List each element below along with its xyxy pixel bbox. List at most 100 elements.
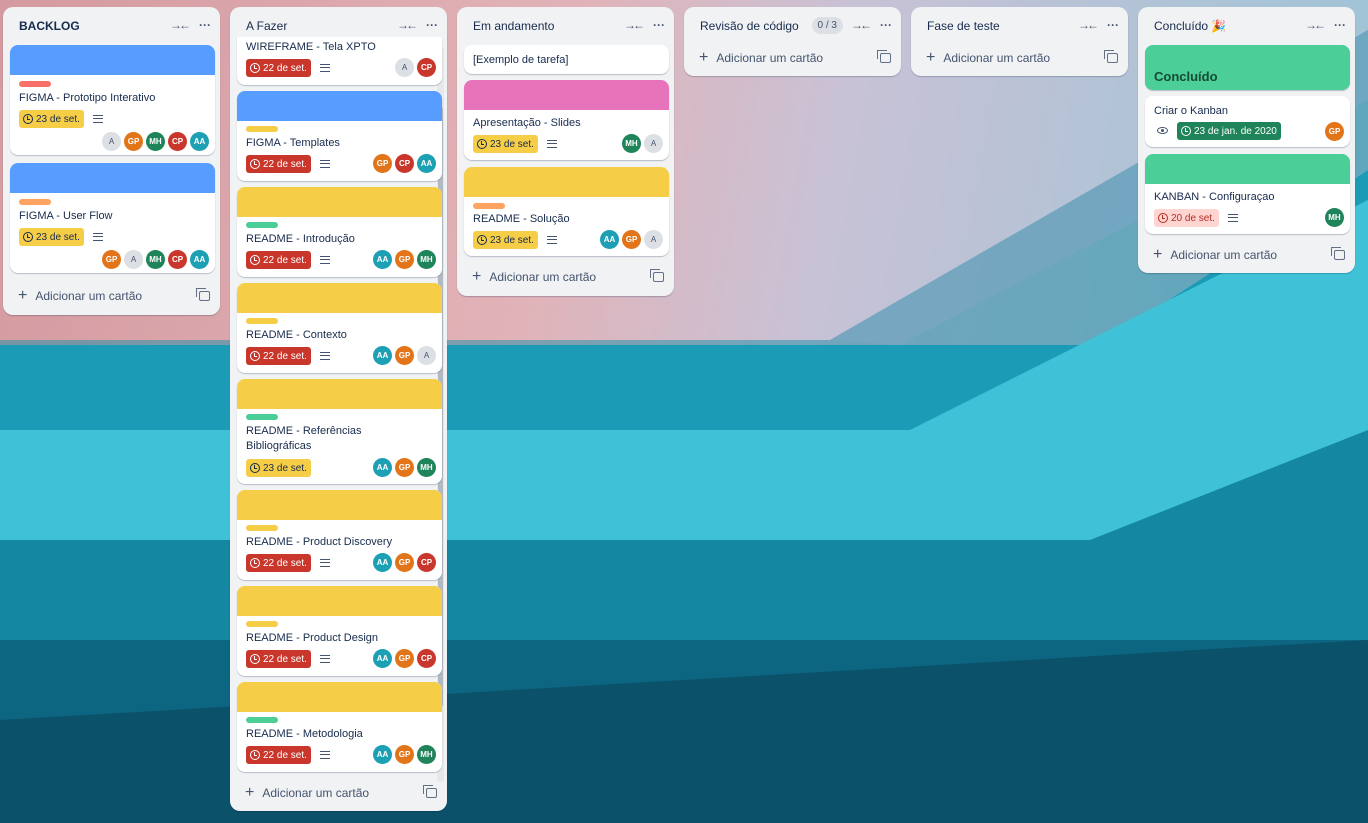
card[interactable]: FIGMA - User Flow 23 de set. GP A MH CP … — [10, 163, 215, 273]
avatar[interactable]: AA — [373, 745, 392, 764]
avatar[interactable]: GP — [395, 553, 414, 572]
add-card-button[interactable]: + Adicionar um cartão — [926, 50, 1050, 66]
add-card-button[interactable]: + Adicionar um cartão — [1153, 247, 1277, 263]
template-icon[interactable] — [196, 288, 210, 301]
add-card-button[interactable]: + Adicionar um cartão — [18, 288, 142, 304]
due-date-badge[interactable]: 23 de set. — [473, 231, 538, 249]
due-date-badge[interactable]: 23 de set. — [19, 110, 84, 128]
list-title[interactable]: Fase de teste — [927, 19, 1000, 33]
more-icon[interactable]: ··· — [1334, 18, 1346, 32]
avatar[interactable]: A — [124, 250, 143, 269]
avatar[interactable]: CP — [417, 58, 436, 77]
collapse-icon[interactable]: →← — [624, 18, 645, 32]
list-title[interactable]: A Fazer — [246, 19, 287, 33]
add-card-button[interactable]: + Adicionar um cartão — [699, 50, 823, 66]
list-title[interactable]: Revisão de código — [700, 19, 799, 33]
avatar[interactable]: A — [644, 134, 663, 153]
avatar[interactable]: GP — [124, 132, 143, 151]
avatar[interactable]: GP — [395, 346, 414, 365]
avatar[interactable]: GP — [395, 458, 414, 477]
due-date-badge[interactable]: 23 de jan. de 2020 — [1177, 122, 1281, 140]
due-date-badge[interactable]: 22 de set. — [246, 251, 311, 269]
card[interactable]: README - Solução 23 de set. AA GP A — [464, 167, 669, 256]
more-icon[interactable]: ··· — [653, 18, 665, 32]
more-icon[interactable]: ··· — [426, 18, 438, 32]
due-date-badge[interactable]: 23 de set. — [19, 228, 84, 246]
avatar[interactable]: AA — [190, 132, 209, 151]
avatar[interactable]: AA — [373, 250, 392, 269]
due-date-badge[interactable]: 23 de set. — [473, 135, 538, 153]
avatar[interactable]: MH — [622, 134, 641, 153]
more-icon[interactable]: ··· — [880, 18, 892, 32]
due-date-badge[interactable]: 22 de set. — [246, 650, 311, 668]
add-card-button[interactable]: + Adicionar um cartão — [245, 785, 369, 801]
avatar[interactable]: CP — [395, 154, 414, 173]
due-date-badge[interactable]: 22 de set. — [246, 746, 311, 764]
collapse-icon[interactable]: →← — [1305, 18, 1326, 32]
template-icon[interactable] — [877, 50, 891, 63]
avatar[interactable]: GP — [1325, 122, 1344, 141]
card[interactable]: WIREFRAME - Tela XPTO 22 de set. A CP — [237, 37, 442, 85]
avatar[interactable]: MH — [146, 250, 165, 269]
card[interactable]: FIGMA - Templates 22 de set. GP CP AA — [237, 91, 442, 181]
card[interactable]: FIGMA - Prototipo Interativo 23 de set. … — [10, 45, 215, 155]
more-icon[interactable]: ··· — [199, 18, 211, 32]
list-title[interactable]: BACKLOG — [19, 19, 80, 33]
due-date-badge[interactable]: 22 de set. — [246, 155, 311, 173]
template-icon[interactable] — [423, 785, 437, 798]
avatar[interactable]: AA — [190, 250, 209, 269]
collapse-icon[interactable]: →← — [170, 18, 191, 32]
avatar[interactable]: MH — [417, 458, 436, 477]
card[interactable]: README - Introdução 22 de set. AA GP MH — [237, 187, 442, 277]
due-date-badge[interactable]: 20 de set. — [1154, 209, 1219, 227]
template-icon[interactable] — [650, 269, 664, 282]
card[interactable]: README - Referências Bibliográficas 23 d… — [237, 379, 442, 484]
avatar[interactable]: CP — [168, 250, 187, 269]
avatar[interactable]: GP — [395, 649, 414, 668]
collapse-icon[interactable]: →← — [851, 18, 872, 32]
template-icon[interactable] — [1331, 247, 1345, 260]
avatar[interactable]: CP — [417, 553, 436, 572]
due-date-badge[interactable]: 22 de set. — [246, 59, 311, 77]
card[interactable]: README - Product Discovery 22 de set. AA… — [237, 490, 442, 580]
avatar[interactable]: AA — [373, 346, 392, 365]
avatar[interactable]: CP — [417, 649, 436, 668]
avatar[interactable]: AA — [600, 230, 619, 249]
due-date-badge[interactable]: 22 de set. — [246, 554, 311, 572]
avatar[interactable]: GP — [102, 250, 121, 269]
avatar[interactable]: AA — [417, 154, 436, 173]
avatar[interactable]: A — [644, 230, 663, 249]
avatar[interactable]: A — [417, 346, 436, 365]
card[interactable]: KANBAN - Configuraçao 20 de set. MH — [1145, 154, 1350, 234]
collapse-icon[interactable]: →← — [1078, 18, 1099, 32]
card[interactable]: Concluído — [1145, 45, 1350, 90]
card[interactable]: README - Product Design 22 de set. AA GP… — [237, 586, 442, 676]
avatar[interactable]: GP — [373, 154, 392, 173]
avatar[interactable]: AA — [373, 649, 392, 668]
list-title[interactable]: Concluído 🎉 — [1154, 19, 1226, 33]
avatar[interactable]: AA — [373, 458, 392, 477]
more-icon[interactable]: ··· — [1107, 18, 1119, 32]
avatar[interactable]: MH — [417, 745, 436, 764]
collapse-icon[interactable]: →← — [397, 18, 418, 32]
card[interactable]: [Exemplo de tarefa] — [464, 45, 669, 74]
avatar[interactable]: AA — [373, 553, 392, 572]
avatar[interactable]: CP — [168, 132, 187, 151]
card[interactable]: README - Metodologia 22 de set. AA GP MH — [237, 682, 442, 772]
card[interactable]: Apresentação - Slides 23 de set. MH A — [464, 80, 669, 160]
template-icon[interactable] — [1104, 50, 1118, 63]
avatar[interactable]: A — [395, 58, 414, 77]
avatar[interactable]: GP — [395, 745, 414, 764]
card[interactable]: Criar o Kanban 23 de jan. de 2020 GP — [1145, 96, 1350, 147]
avatar[interactable]: GP — [395, 250, 414, 269]
add-card-button[interactable]: + Adicionar um cartão — [472, 269, 596, 285]
card[interactable]: README - Contexto 22 de set. AA GP A — [237, 283, 442, 373]
avatar[interactable]: A — [102, 132, 121, 151]
avatar[interactable]: MH — [417, 250, 436, 269]
avatar[interactable]: MH — [1325, 208, 1344, 227]
due-date-badge[interactable]: 23 de set. — [246, 459, 311, 477]
avatar[interactable]: GP — [622, 230, 641, 249]
avatar[interactable]: MH — [146, 132, 165, 151]
list-title[interactable]: Em andamento — [473, 19, 554, 33]
due-date-badge[interactable]: 22 de set. — [246, 347, 311, 365]
